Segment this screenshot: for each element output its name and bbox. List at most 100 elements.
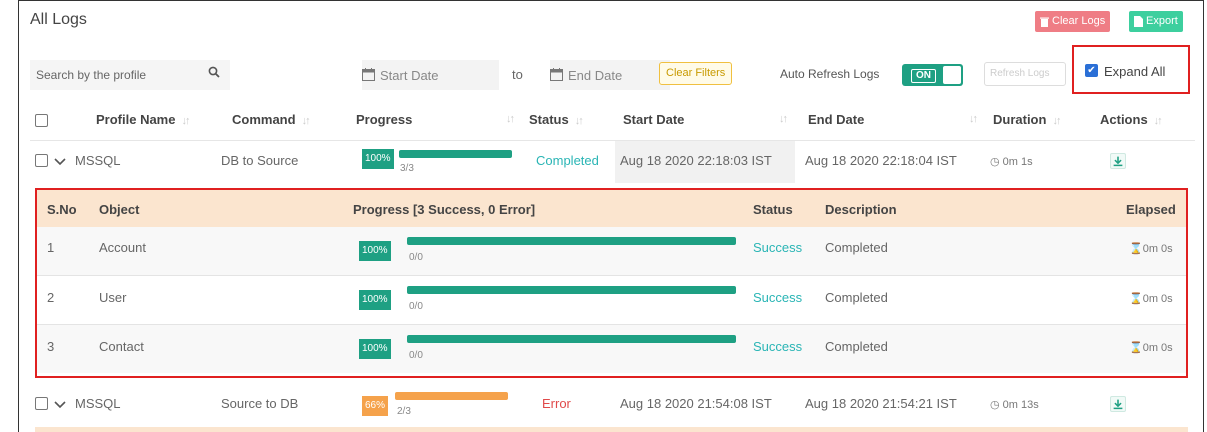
detail-object: Account <box>99 240 146 255</box>
table-row[interactable]: MSSQL Source to DB 66% 2/3 Error Aug 18 … <box>30 382 1195 426</box>
sort-icon[interactable]: ↓↑ <box>1154 115 1163 127</box>
clock-icon: ◷ <box>990 399 1003 411</box>
col-label: Profile Name <box>96 112 176 127</box>
sort-icon[interactable]: ↓↑ <box>506 113 515 125</box>
col-header-end-date[interactable]: End Date <box>808 112 864 127</box>
table-row[interactable]: MSSQL DB to Source 100% 3/3 Completed Au… <box>30 141 1195 183</box>
toggle-state-label: ON <box>911 69 936 83</box>
detail-row: 3 Contact 100% 0/0 Success Completed ⌛0m… <box>37 325 1186 373</box>
start-date: Aug 18 2020 22:18:03 IST <box>620 153 772 168</box>
progress-count: 0/0 <box>409 301 423 312</box>
hourglass-icon: ⌛ <box>1129 293 1143 305</box>
col-label: Status <box>529 112 569 127</box>
end-date-field[interactable]: End Date <box>550 60 670 90</box>
auto-refresh-toggle[interactable]: ON <box>902 64 963 86</box>
chevron-down-icon[interactable] <box>54 398 66 410</box>
sort-icon[interactable]: ↓↑ <box>575 115 584 127</box>
start-date-placeholder: Start Date <box>380 68 439 83</box>
col-label: Start Date <box>623 112 685 127</box>
sort-icon[interactable]: ↓↑ <box>1052 115 1061 127</box>
refresh-logs-button[interactable]: Refresh Logs <box>984 62 1066 86</box>
row-checkbox[interactable] <box>35 154 48 167</box>
export-button[interactable]: Export <box>1129 11 1183 32</box>
download-icon[interactable] <box>1110 153 1126 169</box>
sort-icon[interactable]: ↓↑ <box>181 115 190 127</box>
profile-name: MSSQL <box>75 153 121 168</box>
col-header-status[interactable]: Status ↓↑ <box>529 112 584 127</box>
detail-status: Success <box>753 290 803 305</box>
sort-icon[interactable]: ↓↑ <box>969 113 978 125</box>
progress-count: 0/0 <box>409 350 423 361</box>
col-header-progress[interactable]: Progress <box>356 112 412 127</box>
col-header-command[interactable]: Command ↓↑ <box>232 112 311 127</box>
select-all-checkbox[interactable] <box>35 114 48 127</box>
row-checkbox[interactable] <box>35 397 48 410</box>
elapsed-value: 0m 0s <box>1142 243 1173 255</box>
hourglass-icon: ⌛ <box>1129 243 1143 255</box>
trash-icon <box>1040 17 1049 27</box>
auto-refresh-label: Auto Refresh Logs <box>780 67 880 81</box>
col-label: Actions <box>1100 112 1148 127</box>
col-label: Duration <box>993 112 1047 127</box>
end-date: Aug 18 2020 22:18:04 IST <box>805 153 957 168</box>
col-label: Command <box>232 112 296 127</box>
status-text: Error <box>542 396 571 411</box>
detail-sno: 2 <box>47 290 55 305</box>
detail-description: Completed <box>825 339 888 354</box>
detail-row: 1 Account 100% 0/0 Success Completed ⌛0m… <box>37 227 1186 275</box>
progress-percent-badge: 100% <box>359 241 391 261</box>
clear-logs-button[interactable]: Clear Logs <box>1035 11 1111 32</box>
chevron-down-icon[interactable] <box>54 155 66 167</box>
col-header-duration[interactable]: Duration ↓↑ <box>993 112 1061 127</box>
progress-count: 0/0 <box>409 252 423 263</box>
col-header-actions[interactable]: Actions ↓↑ <box>1100 112 1163 127</box>
progress-count: 3/3 <box>400 163 414 174</box>
download-icon[interactable] <box>1110 396 1126 412</box>
clear-logs-label: Clear Logs <box>1052 15 1106 27</box>
profile-name: MSSQL <box>75 396 121 411</box>
progress-percent-badge: 100% <box>362 149 394 169</box>
search-input[interactable]: Search by the profile <box>30 60 230 90</box>
detail-sno: 1 <box>47 240 55 255</box>
detail-col-status: Status <box>753 202 793 217</box>
duration-value: 0m 13s <box>1002 399 1039 411</box>
detail-status: Success <box>753 240 803 255</box>
detail-description: Completed <box>825 240 888 255</box>
duration: ◷ 0m 1s <box>990 155 1033 168</box>
elapsed-value: 0m 0s <box>1142 293 1173 305</box>
col-label: Progress <box>356 112 413 127</box>
date-range-to-label: to <box>512 67 523 82</box>
calendar-icon <box>362 68 375 81</box>
col-header-profile-name[interactable]: Profile Name ↓↑ <box>96 112 190 127</box>
file-icon <box>1134 16 1143 27</box>
export-label: Export <box>1146 15 1178 27</box>
detail-col-progress: Progress [3 Success, 0 Error] <box>353 202 536 217</box>
expand-all-label[interactable]: Expand All <box>1104 64 1165 79</box>
next-detail-header-edge <box>35 427 1188 432</box>
progress-bar <box>407 335 736 343</box>
detail-object: Contact <box>99 339 144 354</box>
progress-bar <box>407 237 736 245</box>
col-header-start-date[interactable]: Start Date <box>623 112 684 127</box>
progress-percent-badge: 100% <box>359 290 391 310</box>
elapsed: ⌛0m 0s <box>1129 341 1173 354</box>
end-date-placeholder: End Date <box>568 68 623 83</box>
sort-desc-icon[interactable]: ↓↑ <box>779 113 788 125</box>
elapsed: ⌛0m 0s <box>1129 242 1173 255</box>
detail-col-elapsed: Elapsed <box>1126 202 1176 217</box>
sort-icon[interactable]: ↓↑ <box>302 115 311 127</box>
expand-all-checkbox[interactable]: ✔ <box>1085 64 1098 77</box>
start-date-field[interactable]: Start Date <box>362 60 499 90</box>
progress-percent-badge: 66% <box>362 396 389 416</box>
detail-col-object: Object <box>99 202 140 217</box>
detail-header-row <box>37 190 1186 227</box>
col-label: End Date <box>808 112 865 127</box>
clear-filters-button[interactable]: Clear Filters <box>659 62 733 85</box>
progress-count: 2/3 <box>397 406 411 417</box>
hourglass-icon: ⌛ <box>1129 342 1143 354</box>
status-text: Completed <box>536 153 599 168</box>
search-icon[interactable] <box>208 66 220 78</box>
start-date: Aug 18 2020 21:54:08 IST <box>620 396 772 411</box>
all-logs-panel: All Logs Clear Logs Export Search by the… <box>18 0 1204 432</box>
page-title: All Logs <box>30 11 87 28</box>
